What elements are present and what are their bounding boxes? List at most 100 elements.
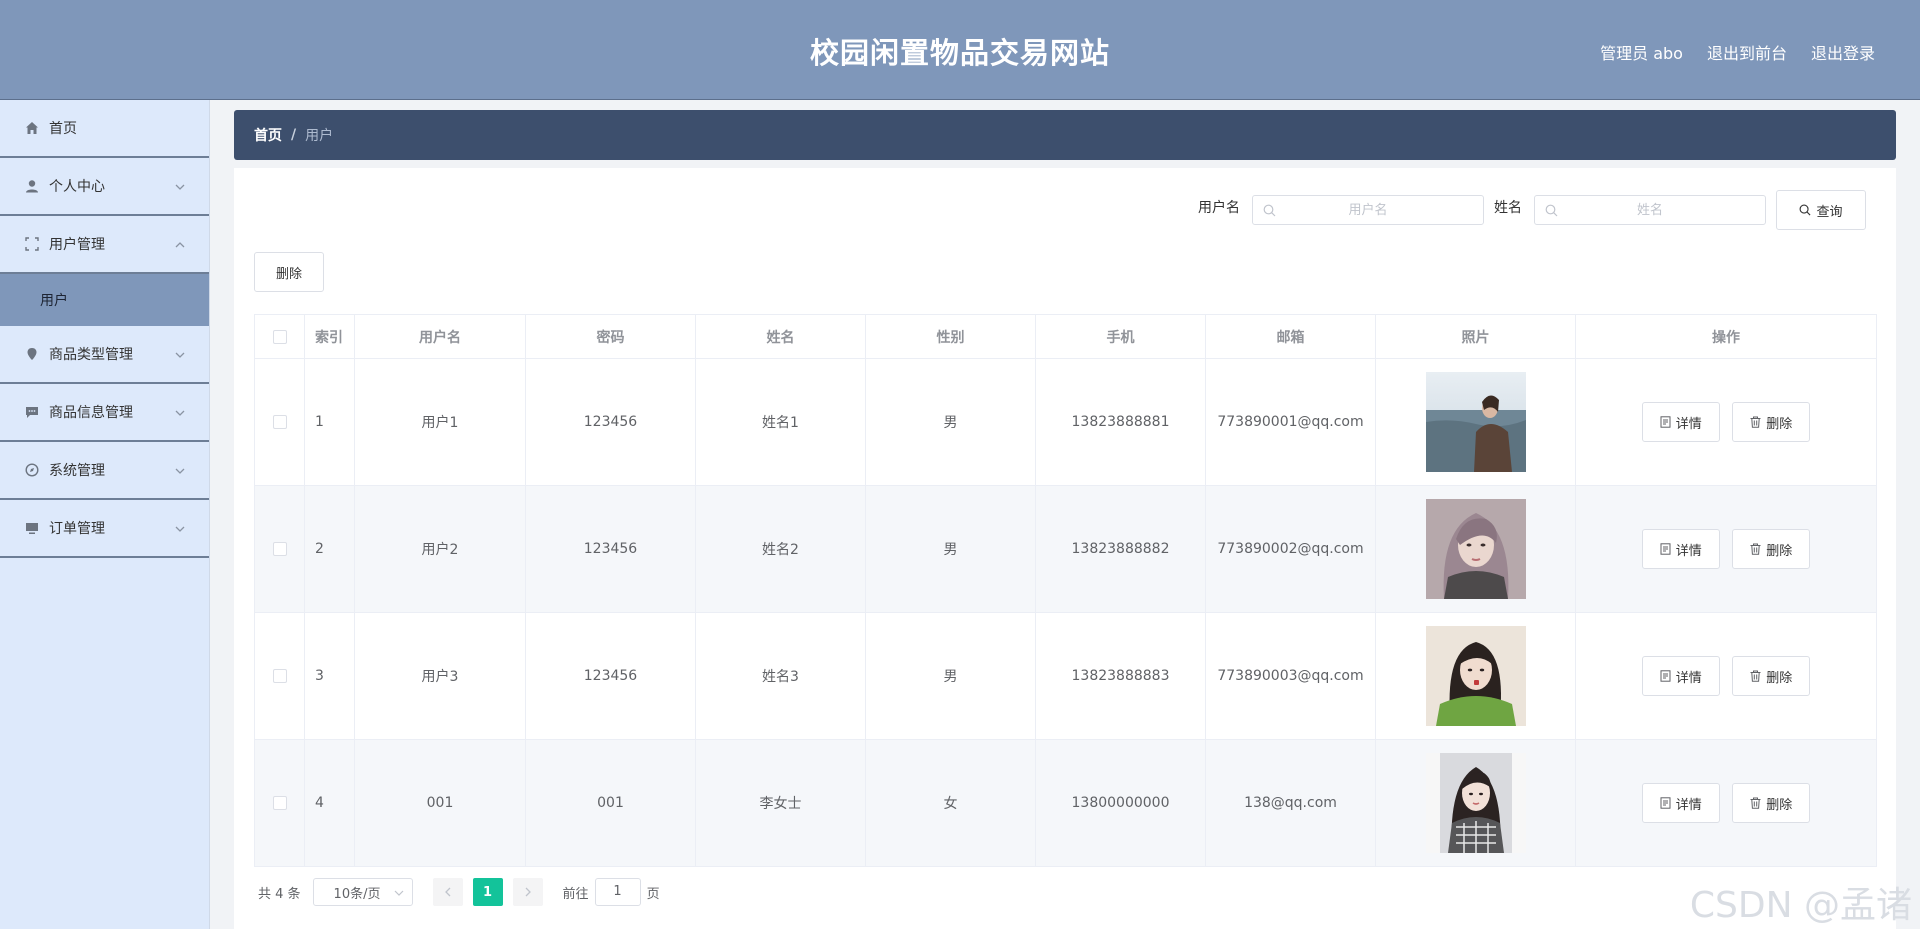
name-search-field xyxy=(1534,195,1766,225)
cell-index: 4 xyxy=(304,739,355,867)
header-links: 管理员 abo 退出到前台 退出登录 xyxy=(1600,40,1875,64)
watermark: CSDN @孟诸 xyxy=(1689,885,1912,926)
row-checkbox[interactable] xyxy=(272,415,287,429)
sidebar-item-home[interactable]: 首页 xyxy=(0,100,209,158)
cell-gender: 男 xyxy=(865,612,1036,740)
column-header-password: 密码 xyxy=(525,314,696,359)
query-button-label: 查询 xyxy=(1816,204,1843,220)
name-search-input[interactable] xyxy=(1535,196,1765,224)
delete-button-label: 删除 xyxy=(1766,416,1793,432)
cell-actions: 详情 删除 xyxy=(1575,739,1877,867)
logout-link[interactable]: 退出登录 xyxy=(1811,40,1875,64)
cell-username: 用户3 xyxy=(354,612,526,740)
goto-page-input[interactable]: 1 xyxy=(594,878,641,906)
chevron-down-icon xyxy=(175,410,185,416)
select-all-checkbox[interactable] xyxy=(272,329,287,344)
document-icon xyxy=(1660,543,1671,555)
detail-button[interactable]: 详情 xyxy=(1641,529,1720,569)
detail-button[interactable]: 详情 xyxy=(1641,783,1720,823)
next-page-button[interactable] xyxy=(512,878,543,906)
trash-icon xyxy=(1750,543,1761,555)
search-icon xyxy=(1800,204,1811,216)
cell-photo xyxy=(1375,739,1576,867)
table-row: 2 用户2 123456 姓名2 男 13823888882 773890002… xyxy=(254,485,1877,613)
cell-name: 姓名1 xyxy=(695,358,866,486)
sidebar-subitem-users[interactable]: 用户 xyxy=(0,274,209,326)
cell-index: 1 xyxy=(304,358,355,486)
sidebar-item-personal-center[interactable]: 个人中心 xyxy=(0,158,209,216)
back-to-frontend-link[interactable]: 退出到前台 xyxy=(1707,40,1787,64)
column-header-index: 索引 xyxy=(304,314,355,359)
query-button[interactable]: 查询 xyxy=(1776,190,1866,230)
cell-email: 138@qq.com xyxy=(1205,739,1376,867)
chevron-down-icon xyxy=(175,352,185,358)
delete-button[interactable]: 删除 xyxy=(1732,402,1811,442)
trash-icon xyxy=(1750,670,1761,682)
delete-button[interactable]: 删除 xyxy=(1732,783,1811,823)
sidebar-item-user-management[interactable]: 用户管理 xyxy=(0,216,209,274)
row-checkbox[interactable] xyxy=(272,796,287,810)
chevron-down-icon xyxy=(175,468,185,474)
chevron-down-icon xyxy=(175,526,185,532)
delete-button[interactable]: 删除 xyxy=(1732,656,1811,696)
row-checkbox[interactable] xyxy=(272,542,287,556)
cell-actions: 详情 删除 xyxy=(1575,612,1877,740)
cell-password: 123456 xyxy=(525,358,696,486)
row-checkbox[interactable] xyxy=(272,669,287,683)
cell-username: 001 xyxy=(354,739,526,867)
cell-name: 姓名3 xyxy=(695,612,866,740)
document-icon xyxy=(1660,797,1671,809)
cell-name: 姓名2 xyxy=(695,485,866,613)
sidebar-item-label: 商品类型管理 xyxy=(49,347,133,363)
goto-suffix: 页 xyxy=(646,886,660,902)
breadcrumb: 首页 / 用户 xyxy=(234,110,1896,160)
row-select-cell xyxy=(254,485,305,613)
breadcrumb-separator: / xyxy=(291,127,297,143)
sidebar-item-product-types[interactable]: 商品类型管理 xyxy=(0,326,209,384)
compass-icon xyxy=(24,462,40,478)
table-row: 4 001 001 李女士 女 13800000000 138@qq.com 详… xyxy=(254,739,1877,867)
sidebar-item-system[interactable]: 系统管理 xyxy=(0,442,209,500)
username-search-field xyxy=(1252,195,1484,225)
cell-index: 3 xyxy=(304,612,355,740)
user-icon xyxy=(24,178,40,194)
sidebar: 首页 个人中心 用户管理 用户 商品类型管理 商品信息管理 系统管理 订单管理 xyxy=(0,100,210,929)
column-header-username: 用户名 xyxy=(354,314,526,359)
chevron-left-icon xyxy=(444,887,451,897)
detail-button-label: 详情 xyxy=(1675,416,1702,432)
detail-button-label: 详情 xyxy=(1675,543,1702,559)
cell-email: 773890002@qq.com xyxy=(1205,485,1376,613)
delete-button[interactable]: 删除 xyxy=(1732,529,1811,569)
prev-page-button[interactable] xyxy=(432,878,463,906)
cell-photo xyxy=(1375,612,1576,740)
cell-name: 李女士 xyxy=(695,739,866,867)
cell-phone: 13800000000 xyxy=(1035,739,1206,867)
breadcrumb-current: 用户 xyxy=(305,128,334,144)
admin-user-link[interactable]: 管理员 abo xyxy=(1600,40,1683,64)
cell-email: 773890003@qq.com xyxy=(1205,612,1376,740)
sidebar-item-product-info[interactable]: 商品信息管理 xyxy=(0,384,209,442)
column-header-actions: 操作 xyxy=(1575,314,1877,359)
cell-gender: 女 xyxy=(865,739,1036,867)
sidebar-item-label: 系统管理 xyxy=(49,463,105,479)
column-header-photo: 照片 xyxy=(1375,314,1576,359)
page-number-current[interactable]: 1 xyxy=(472,878,503,906)
search-icon xyxy=(1263,204,1276,217)
delete-button-label: 删除 xyxy=(1766,670,1793,686)
delete-button-label: 删除 xyxy=(1766,543,1793,559)
breadcrumb-home[interactable]: 首页 xyxy=(254,125,282,145)
username-search-input[interactable] xyxy=(1253,196,1483,224)
goto-label: 前往 xyxy=(562,886,589,902)
detail-button[interactable]: 详情 xyxy=(1641,656,1720,696)
row-select-cell xyxy=(254,358,305,486)
select-all-header xyxy=(254,314,305,359)
sidebar-item-orders[interactable]: 订单管理 xyxy=(0,500,209,558)
cell-phone: 13823888883 xyxy=(1035,612,1206,740)
page-size-select[interactable]: 10条/页 xyxy=(312,878,413,906)
user-photo xyxy=(1425,372,1526,472)
chat-icon xyxy=(24,404,40,420)
detail-button[interactable]: 详情 xyxy=(1641,402,1720,442)
batch-delete-button[interactable]: 删除 xyxy=(254,252,324,292)
page-size-value: 10条/页 xyxy=(333,886,381,902)
cell-phone: 13823888882 xyxy=(1035,485,1206,613)
